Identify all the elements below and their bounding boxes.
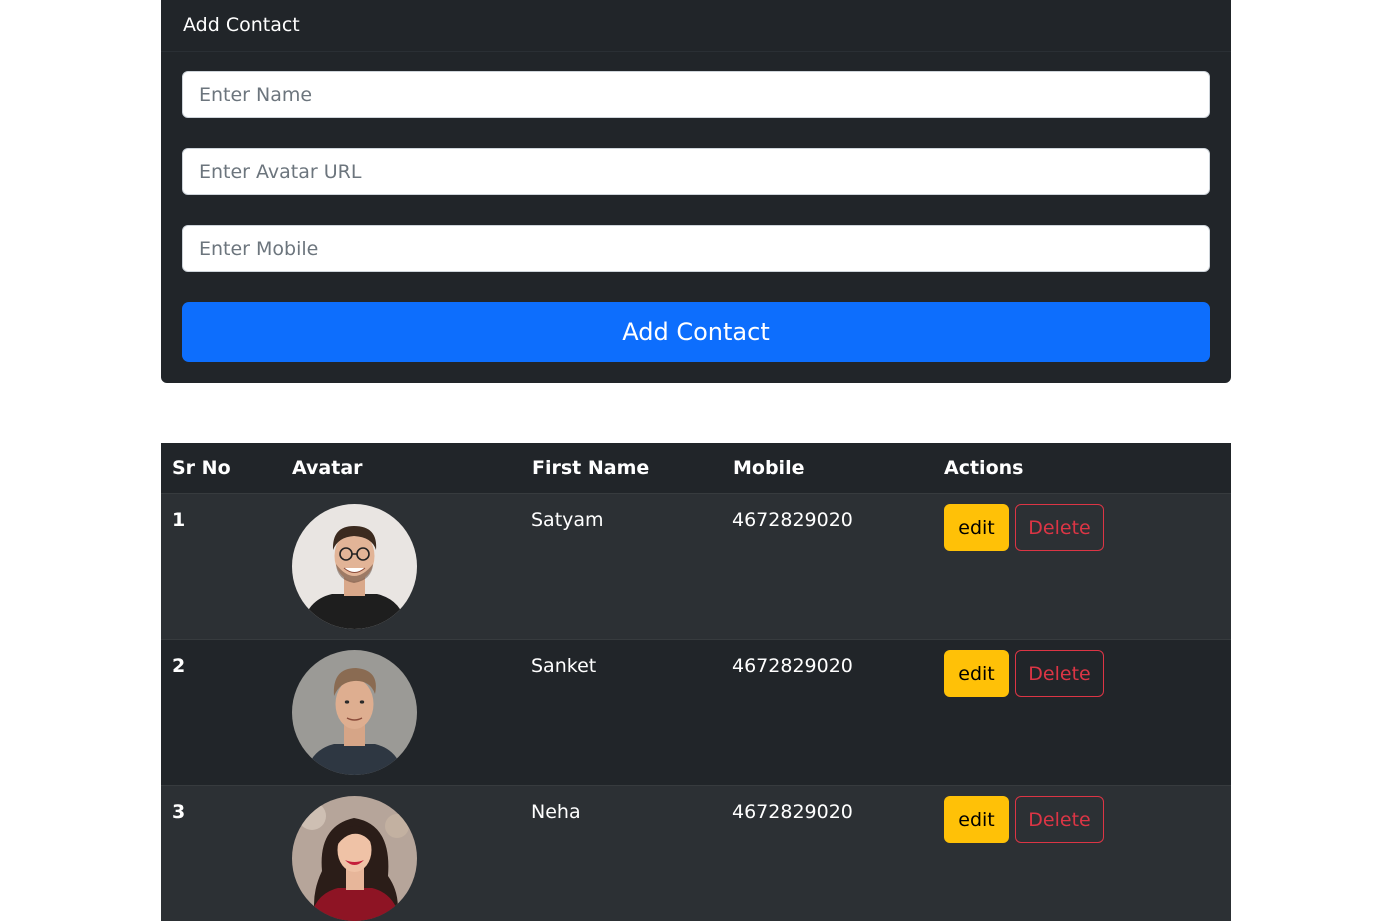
avatar <box>292 650 417 775</box>
mobile-input[interactable] <box>182 225 1210 272</box>
edit-button[interactable]: edit <box>944 504 1009 551</box>
name-input[interactable] <box>182 71 1210 118</box>
sr-no-cell: 1 <box>172 509 186 531</box>
header-actions: Actions <box>944 457 1024 479</box>
delete-button[interactable]: Delete <box>1015 650 1104 697</box>
contacts-table: Sr No Avatar First Name Mobile Actions 1… <box>161 443 1231 921</box>
delete-button[interactable]: Delete <box>1015 504 1104 551</box>
edit-button[interactable]: edit <box>944 650 1009 697</box>
avatar <box>292 796 417 921</box>
first-name-cell: Neha <box>531 801 581 823</box>
mobile-cell: 4672829020 <box>732 509 853 531</box>
mobile-cell: 4672829020 <box>732 801 853 823</box>
header-avatar: Avatar <box>292 457 363 479</box>
avatar-url-input[interactable] <box>182 148 1210 195</box>
edit-button[interactable]: edit <box>944 796 1009 843</box>
table-header: Sr No Avatar First Name Mobile Actions <box>161 443 1231 494</box>
header-first-name: First Name <box>532 457 650 479</box>
header-mobile: Mobile <box>733 457 805 479</box>
card-title: Add Contact <box>161 0 1231 52</box>
table-row: 1 Satyam 4672829020 edit Delete <box>161 494 1231 640</box>
avatar-image-man <box>292 650 417 775</box>
avatar-image-man-glasses <box>292 504 417 629</box>
avatar <box>292 504 417 629</box>
avatar-image-woman <box>292 796 417 921</box>
table-row: 2 Sanket 4672829020 edit Delete <box>161 640 1231 786</box>
table-row: 3 Neha 4672829020 edit Delete <box>161 786 1231 921</box>
sr-no-cell: 2 <box>172 655 186 677</box>
first-name-cell: Sanket <box>531 655 597 677</box>
header-sr-no: Sr No <box>172 457 231 479</box>
first-name-cell: Satyam <box>531 509 604 531</box>
mobile-cell: 4672829020 <box>732 655 853 677</box>
delete-button[interactable]: Delete <box>1015 796 1104 843</box>
sr-no-cell: 3 <box>172 801 186 823</box>
add-contact-card: Add Contact Add Contact <box>161 0 1231 383</box>
add-contact-button[interactable]: Add Contact <box>182 302 1210 362</box>
